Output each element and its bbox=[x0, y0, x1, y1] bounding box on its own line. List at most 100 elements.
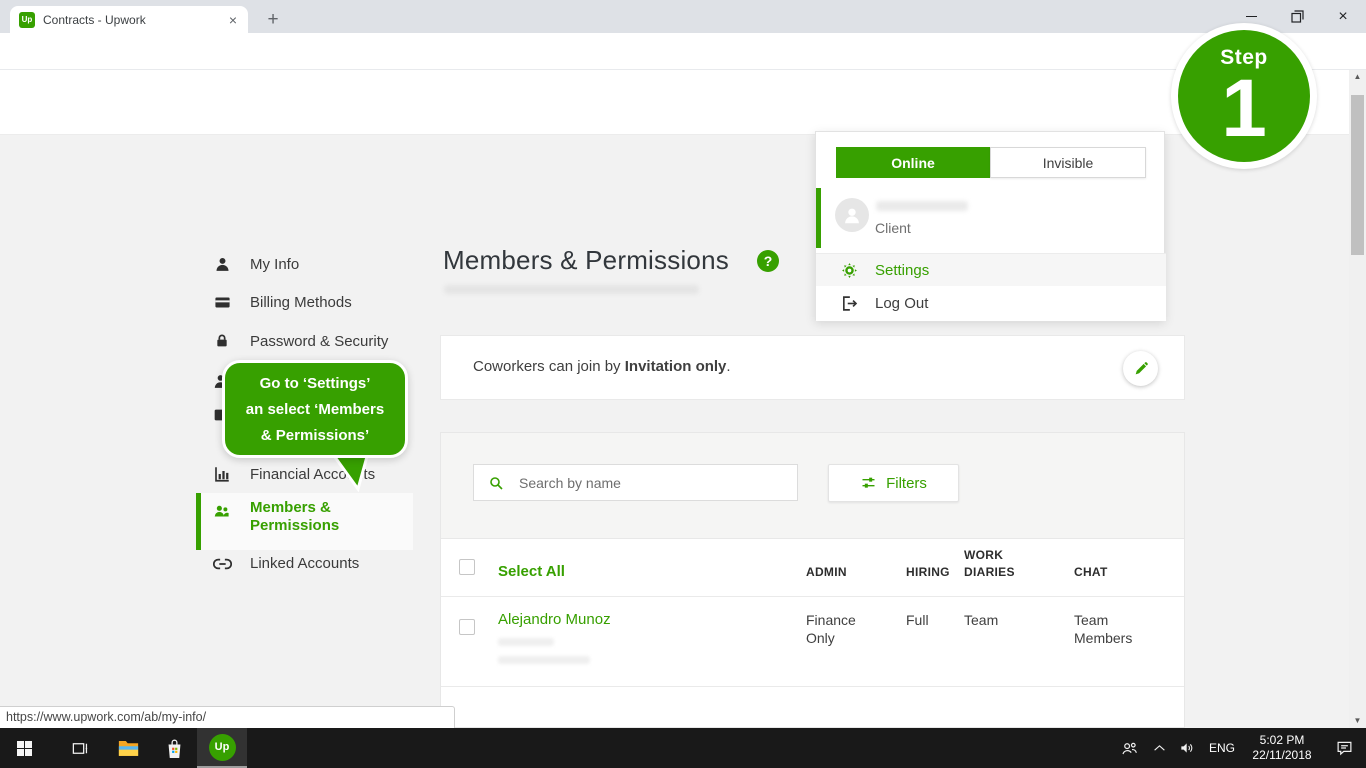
cell-admin: Finance Only bbox=[806, 611, 888, 647]
row-checkbox[interactable] bbox=[459, 619, 475, 635]
coachmark-tooltip: Go to ‘Settings’ an select ‘Members & Pe… bbox=[222, 360, 408, 458]
client-account-row[interactable]: Client bbox=[816, 188, 1166, 252]
window-close-button[interactable]: × bbox=[1320, 0, 1366, 33]
settings-label: Settings bbox=[875, 262, 929, 279]
gear-icon bbox=[840, 262, 858, 279]
table-header-row: Select All ADMIN HIRING WORK DIARIES CHA… bbox=[441, 539, 1185, 596]
action-center-icon[interactable] bbox=[1322, 739, 1366, 757]
member-name-link[interactable]: Alejandro Munoz bbox=[498, 611, 611, 628]
scrollbar-thumb[interactable] bbox=[1351, 95, 1364, 255]
redacted-account-name bbox=[876, 201, 968, 211]
filters-label: Filters bbox=[886, 475, 927, 492]
microsoft-store-icon bbox=[165, 738, 184, 759]
file-explorer-icon bbox=[118, 739, 139, 757]
client-avatar bbox=[835, 198, 869, 232]
edit-invite-button[interactable] bbox=[1123, 351, 1158, 386]
new-tab-button[interactable]: + bbox=[260, 7, 286, 33]
clock-date: 22/11/2018 bbox=[1242, 748, 1322, 763]
column-header-work-diaries: WORK DIARIES bbox=[964, 547, 1026, 581]
file-explorer-button[interactable] bbox=[106, 728, 150, 768]
status-bar-link: https://www.upwork.com/ab/my-info/ bbox=[0, 706, 455, 728]
bar-chart-icon bbox=[212, 465, 232, 483]
table-row[interactable]: Alejandro Munoz Finance Only Full Team T… bbox=[441, 596, 1185, 686]
cell-chat: Team Members bbox=[1074, 611, 1146, 647]
sidebar-label: Password & Security bbox=[250, 333, 388, 350]
sidebar-item-linked-accounts[interactable]: Linked Accounts bbox=[212, 555, 359, 572]
task-view-icon bbox=[71, 739, 90, 758]
upwork-favicon: Up bbox=[19, 12, 35, 28]
column-header-chat: CHAT bbox=[1074, 564, 1108, 581]
account-dropdown-menu: Online Invisible Client Settings Log Out bbox=[815, 131, 1165, 320]
logout-label: Log Out bbox=[875, 295, 928, 312]
title-help-icon[interactable]: ? bbox=[757, 250, 779, 272]
invite-suffix: . bbox=[726, 358, 730, 375]
column-header-hiring: HIRING bbox=[906, 564, 950, 581]
people-tray-icon[interactable] bbox=[1112, 739, 1146, 758]
scroll-down-arrow[interactable]: ▼ bbox=[1349, 714, 1366, 728]
lock-icon bbox=[212, 332, 232, 350]
scroll-up-arrow[interactable]: ▲ bbox=[1349, 70, 1366, 84]
active-item-accent bbox=[196, 493, 201, 550]
filters-button[interactable]: Filters bbox=[828, 464, 959, 502]
upwork-taskbar-button[interactable]: Up bbox=[197, 728, 247, 768]
client-role-label: Client bbox=[875, 220, 911, 236]
online-toggle-button[interactable]: Online bbox=[836, 147, 990, 178]
logout-icon bbox=[840, 295, 858, 312]
site-header: Upwork JOBS FREELANCERS REPORTS MESSAGES… bbox=[0, 70, 1349, 135]
redacted-text bbox=[498, 638, 554, 646]
search-icon bbox=[488, 475, 504, 491]
filters-sliders-icon bbox=[860, 475, 877, 491]
tray-chevron-up-icon[interactable] bbox=[1146, 743, 1172, 753]
volume-icon[interactable] bbox=[1172, 740, 1202, 756]
sidebar-item-billing-methods[interactable]: Billing Methods bbox=[212, 294, 352, 311]
coachmark-line: & Permissions’ bbox=[225, 423, 405, 449]
redacted-subtitle bbox=[444, 285, 699, 294]
select-all-link[interactable]: Select All bbox=[498, 563, 565, 580]
menu-item-logout[interactable]: Log Out bbox=[816, 286, 1166, 321]
person-icon bbox=[212, 256, 232, 273]
active-account-accent bbox=[816, 188, 821, 248]
sidebar-label: My Info bbox=[250, 256, 299, 273]
coachmark-tail bbox=[328, 453, 372, 493]
tab-close-icon[interactable]: × bbox=[227, 12, 239, 28]
language-indicator[interactable]: ENG bbox=[1202, 741, 1242, 755]
redacted-text bbox=[498, 656, 590, 664]
member-search-input[interactable] bbox=[519, 475, 749, 491]
microsoft-store-button[interactable] bbox=[152, 728, 196, 768]
window-restore-button[interactable] bbox=[1274, 0, 1320, 33]
sidebar-label: Billing Methods bbox=[250, 294, 352, 311]
step-badge: Step 1 bbox=[1171, 23, 1317, 169]
table-row-partial bbox=[441, 686, 1185, 728]
invite-prefix: Coworkers can join by bbox=[473, 358, 625, 375]
cell-hiring: Full bbox=[906, 611, 929, 629]
cell-work-diaries: Team bbox=[964, 611, 998, 629]
coachmark-line: Go to ‘Settings’ bbox=[225, 371, 405, 397]
clock[interactable]: 5:02 PM 22/11/2018 bbox=[1242, 733, 1322, 763]
browser-scrollbar[interactable]: ▲ ▼ bbox=[1349, 70, 1366, 728]
members-people-icon bbox=[212, 503, 231, 525]
browser-tabstrip: Up Contracts - Upwork × + × bbox=[0, 0, 1366, 33]
avatar-person-icon bbox=[841, 204, 863, 226]
browser-tab[interactable]: Up Contracts - Upwork × bbox=[10, 6, 248, 33]
sidebar-label: Linked Accounts bbox=[250, 555, 359, 572]
tab-title: Contracts - Upwork bbox=[43, 13, 227, 27]
sidebar-item-password-security[interactable]: Password & Security bbox=[212, 332, 388, 350]
invite-policy-card: Coworkers can join by Invitation only. bbox=[440, 335, 1185, 400]
invisible-toggle-button[interactable]: Invisible bbox=[990, 147, 1146, 178]
coachmark-line: an select ‘Members bbox=[225, 397, 405, 423]
pencil-icon bbox=[1133, 361, 1149, 377]
select-all-checkbox[interactable] bbox=[459, 559, 475, 575]
start-button[interactable] bbox=[0, 728, 48, 768]
task-view-button[interactable] bbox=[58, 728, 102, 768]
table-toolbar: Filters bbox=[441, 433, 1185, 539]
member-search-box[interactable] bbox=[473, 464, 798, 501]
sidebar-label-active: Members & Permissions bbox=[250, 499, 390, 535]
windows-logo-icon bbox=[17, 741, 32, 756]
menu-item-settings[interactable]: Settings bbox=[816, 254, 1166, 286]
taskbar: Up ENG 5:02 PM 22/11/2018 bbox=[0, 728, 1366, 768]
step-badge-inner: Step 1 bbox=[1178, 30, 1310, 162]
column-header-admin: ADMIN bbox=[806, 564, 847, 581]
invite-policy-text: Coworkers can join by Invitation only. bbox=[473, 358, 731, 375]
sidebar-item-my-info[interactable]: My Info bbox=[212, 256, 299, 273]
step-number: 1 bbox=[1178, 70, 1310, 148]
